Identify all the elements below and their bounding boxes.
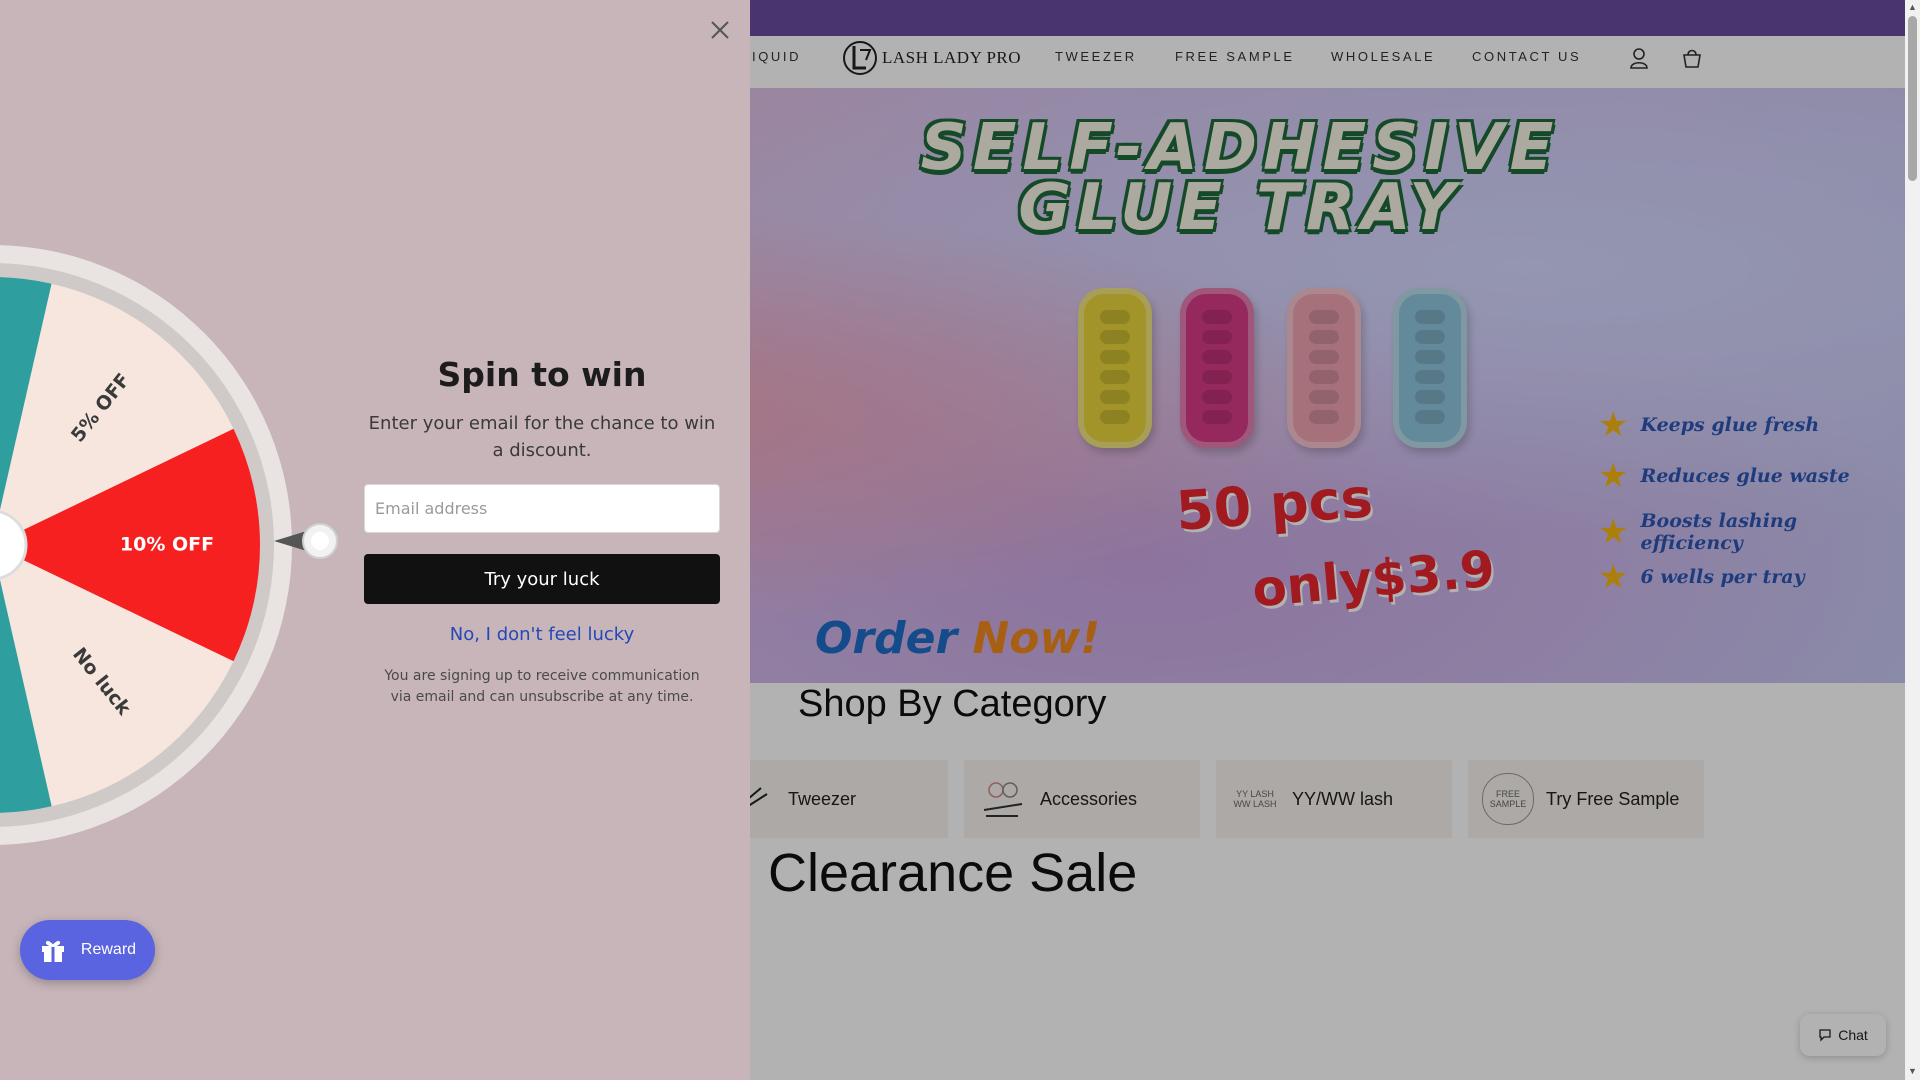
wheel-segment-label: 10% OFF <box>120 534 214 556</box>
try-your-luck-button[interactable]: Try your luck <box>364 554 720 604</box>
gift-icon <box>41 940 64 962</box>
wheel-pointer-icon <box>274 523 338 559</box>
popup-title: Spin to win <box>437 355 647 394</box>
scrollbar-thumb[interactable] <box>1908 16 1917 181</box>
reward-button[interactable]: Reward <box>20 920 155 980</box>
signup-disclaimer: You are signing up to receive communicat… <box>384 668 700 705</box>
scroll-up-arrow-icon[interactable]: ▲ <box>1908 2 1917 12</box>
scroll-down-arrow-icon[interactable]: ▼ <box>1908 1066 1917 1076</box>
page-scrollbar[interactable]: ▲ ▼ <box>1905 0 1920 1080</box>
close-icon[interactable] <box>706 16 734 44</box>
decline-link[interactable]: No, I don't feel lucky <box>363 624 721 645</box>
prize-wheel: 10% OFFNo luck15% OFFSorrySorry...20% OF… <box>0 245 292 845</box>
email-input[interactable] <box>364 484 720 533</box>
spin-to-win-popup: 10% OFFNo luck15% OFFSorrySorry...20% OF… <box>0 0 750 1080</box>
reward-label: Reward <box>80 941 137 958</box>
popup-description: Enter your email for the chance to win a… <box>368 413 716 461</box>
